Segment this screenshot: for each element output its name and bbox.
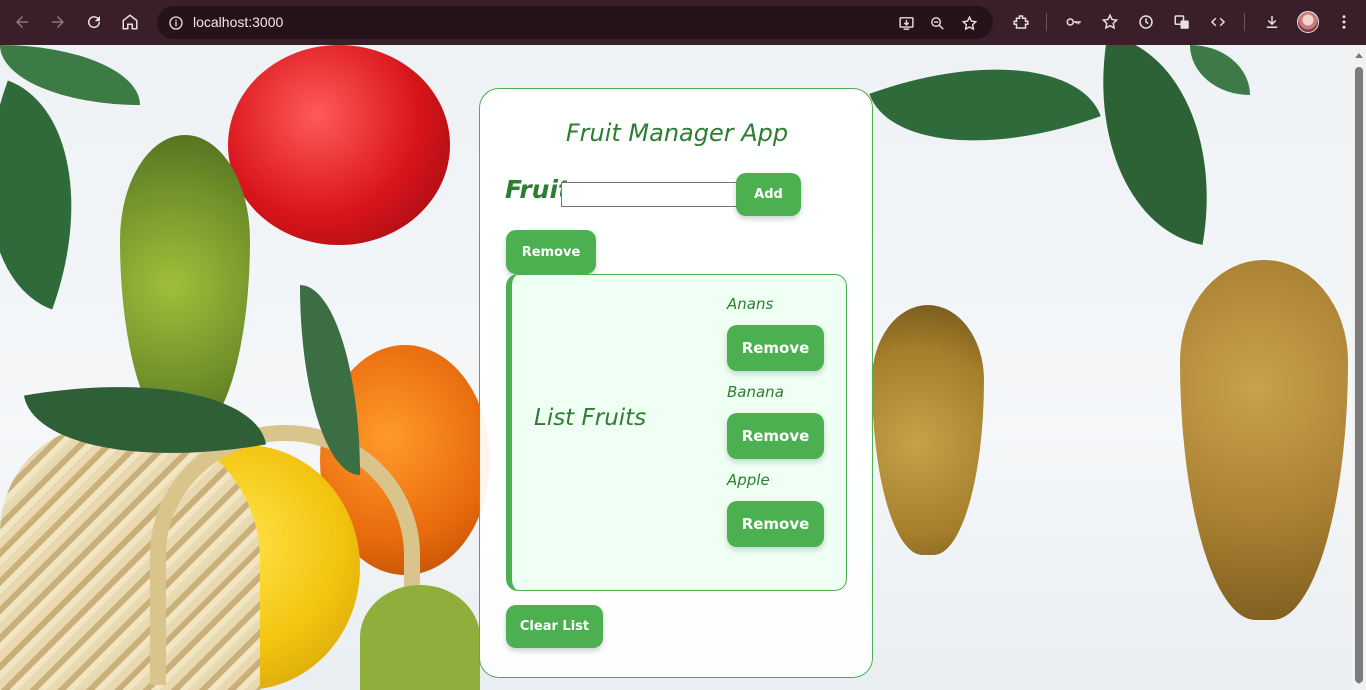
install-app-icon[interactable] <box>895 12 917 34</box>
menu-kebab-icon[interactable] <box>1332 10 1356 34</box>
zoom-icon[interactable] <box>926 12 948 34</box>
apple-decoration <box>228 45 450 245</box>
profile-avatar[interactable] <box>1297 11 1319 33</box>
scrollbar-thumb[interactable] <box>1355 67 1363 683</box>
bookmark-star-icon[interactable] <box>958 12 980 34</box>
address-bar[interactable]: localhost:3000 <box>157 6 993 39</box>
devtools-code-icon[interactable] <box>1206 10 1230 34</box>
fruit-name: Banana <box>727 383 784 401</box>
leaf-decoration <box>869 45 1101 188</box>
remove-button[interactable]: Remove <box>506 230 596 274</box>
history-icon[interactable] <box>1134 10 1158 34</box>
fruit-name: Apple <box>727 471 770 489</box>
leaf-decoration <box>0 80 121 310</box>
remove-fruit-button[interactable]: Remove <box>727 325 824 371</box>
download-icon[interactable] <box>1260 10 1284 34</box>
pear-decoration <box>1180 260 1348 620</box>
page-scrollbar[interactable] <box>1352 45 1366 690</box>
favorites-icon[interactable] <box>1098 10 1122 34</box>
password-key-icon[interactable] <box>1062 10 1086 34</box>
url-text[interactable]: localhost:3000 <box>193 14 283 30</box>
remove-fruit-button[interactable]: Remove <box>727 501 824 547</box>
page-title: Fruit Manager App <box>565 119 789 147</box>
clear-list-button[interactable]: Clear List <box>506 605 603 648</box>
fruit-manager-card: Fruit Manager App Fruit Add Remove List … <box>479 88 873 678</box>
toolbar-divider <box>1244 13 1245 31</box>
pear-decoration <box>872 305 984 555</box>
reload-button[interactable] <box>80 8 108 36</box>
fruit-input[interactable] <box>561 182 737 207</box>
fruit-name: Anans <box>727 295 774 313</box>
add-button[interactable]: Add <box>736 173 801 216</box>
leaf-decoration <box>1190 45 1250 95</box>
arrow-right-icon <box>52 16 64 28</box>
home-button[interactable] <box>116 8 144 36</box>
remove-fruit-button[interactable]: Remove <box>727 413 824 459</box>
page-background: Fruit Manager App Fruit Add Remove List … <box>0 45 1352 690</box>
translate-icon[interactable] <box>1170 10 1194 34</box>
extensions-icon[interactable] <box>1009 10 1033 34</box>
toolbar-divider <box>1046 13 1047 31</box>
scroll-up-arrow-icon[interactable] <box>1355 53 1363 58</box>
fruit-list-panel: List Fruits Anans Remove Banana Remove A… <box>506 274 847 591</box>
forward-button[interactable] <box>44 8 72 36</box>
pear-decoration <box>360 585 480 690</box>
browser-toolbar: localhost:3000 <box>0 0 1366 45</box>
back-button[interactable] <box>8 8 36 36</box>
scroll-down-arrow-icon[interactable] <box>1355 679 1363 684</box>
site-info-button[interactable] <box>163 10 188 35</box>
info-icon <box>168 15 183 30</box>
home-icon <box>122 14 138 30</box>
reload-icon <box>88 16 101 29</box>
list-title: List Fruits <box>534 405 647 431</box>
arrow-left-icon <box>16 16 28 28</box>
